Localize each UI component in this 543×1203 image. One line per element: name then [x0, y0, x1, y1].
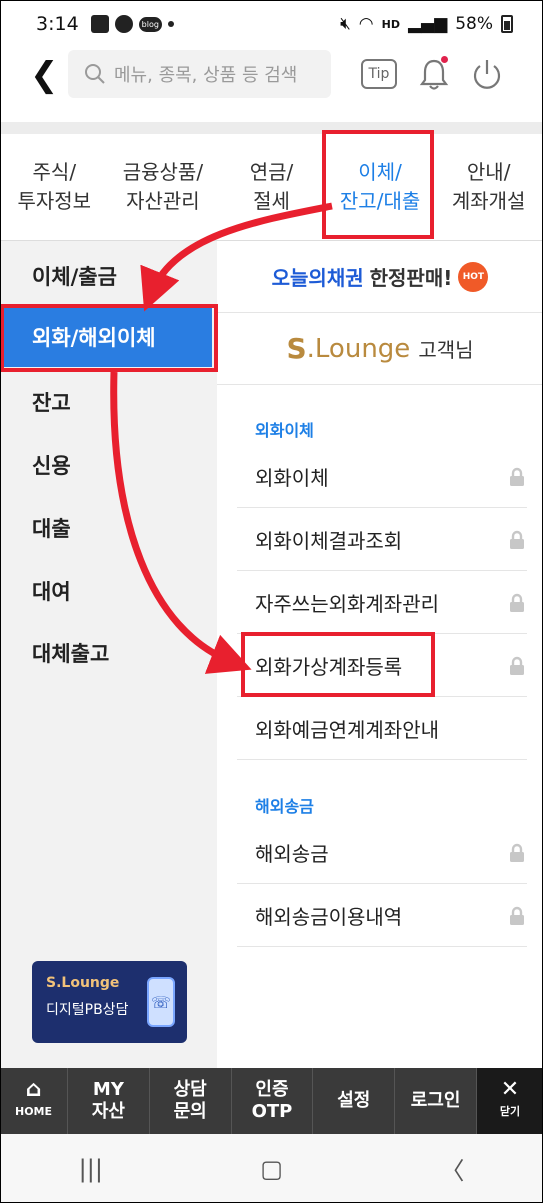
power-icon[interactable]: [471, 56, 503, 92]
close-label: 닫기: [499, 1105, 521, 1118]
menu-row-label: 외화예금연계계좌안내: [255, 717, 439, 742]
blog-icon: blog: [138, 16, 162, 32]
section-divider: [0, 122, 543, 134]
promo-banner[interactable]: 오늘의채권 한정판매! HOT: [217, 241, 543, 313]
tab-pension[interactable]: 연금/ 절세: [217, 134, 326, 240]
notification-bell-icon[interactable]: [418, 56, 450, 92]
search-placeholder: 메뉴, 종목, 상품 등 검색: [114, 65, 298, 86]
highlight-box-tab: [322, 130, 434, 239]
slounge-customer: S .Lounge 고객님: [217, 313, 543, 385]
tab-label: 자산관리: [126, 189, 200, 213]
lock-icon: [510, 843, 524, 862]
hd-voice-icon: HD: [381, 17, 400, 31]
menu-row-label: 외화이체결과조회: [255, 528, 403, 553]
bottom-tab-bar: ⌂ HOME MY 자산 상담 문의 인증 OTP 설정 로그인 ✕ 닫기: [0, 1068, 543, 1134]
menu-row-label: 외화이체: [255, 465, 329, 490]
phone-icon: ☏: [147, 977, 175, 1027]
status-notification-icons: blog: [90, 15, 174, 33]
menu-row-fx-deposit-linked[interactable]: 외화예금연계계좌안내: [237, 697, 527, 760]
tab-label: 절세: [253, 189, 290, 213]
menu-row-remittance-history[interactable]: 해외송금이용내역: [237, 884, 527, 947]
highlight-box-left-menu: [0, 304, 218, 372]
tab-label: 계좌개설: [451, 189, 526, 213]
search-input[interactable]: 메뉴, 종목, 상품 등 검색: [68, 50, 331, 98]
menu-row-label: 해외송금이용내역: [255, 904, 403, 929]
bottom-label: 설정: [337, 1090, 371, 1111]
section-title-overseas-remittance: 해외송금: [255, 797, 314, 816]
bottom-label: 인증: [255, 1079, 289, 1100]
bottom-label: 문의: [173, 1101, 207, 1122]
consult-button[interactable]: 상담 문의: [150, 1068, 232, 1134]
bottom-label: 로그인: [410, 1090, 461, 1111]
app-header: ❮ 메뉴, 종목, 상품 등 검색 Tip: [0, 48, 543, 106]
bottom-label: OTP: [251, 1101, 293, 1122]
promo-title: 오늘의채권: [271, 266, 364, 290]
tab-guide[interactable]: 안내/ 계좌개설: [434, 134, 543, 240]
promo-subtitle: 한정판매!: [369, 266, 453, 290]
tab-financial-products[interactable]: 금융상품/ 자산관리: [109, 134, 218, 240]
status-bar: 3:14 blog 🔇︎ ◠ HD ▂▄▆ 58%: [0, 0, 543, 48]
menu-row-overseas-remittance[interactable]: 해외송금: [237, 821, 527, 884]
customer-suffix: 고객님: [418, 338, 474, 362]
tab-label: 안내/: [466, 160, 511, 184]
menu-row-label: 해외송금: [255, 841, 329, 866]
home-icon: ⌂: [25, 1077, 42, 1102]
highlight-box-virtual-account: [241, 632, 435, 697]
home-label: HOME: [14, 1105, 53, 1118]
tab-label: 금융상품/: [122, 160, 204, 184]
lock-icon: [510, 467, 524, 486]
home-nav-icon[interactable]: ▢: [260, 1155, 283, 1183]
my-assets-button[interactable]: MY 자산: [68, 1068, 150, 1134]
settings-button[interactable]: 설정: [313, 1068, 396, 1134]
battery-percent: 58%: [455, 14, 493, 34]
menu-row-fx-transfer[interactable]: 외화이체: [237, 445, 527, 508]
login-button[interactable]: 로그인: [395, 1068, 477, 1134]
digital-pb-banner[interactable]: S.Lounge 디지털PB상담 ☏: [32, 961, 187, 1043]
mute-icon: 🔇︎: [340, 14, 351, 34]
tab-label: 연금/: [249, 160, 294, 184]
bottom-label: 상담: [173, 1079, 207, 1100]
tip-button[interactable]: Tip: [361, 59, 397, 89]
notification-badge: [441, 56, 448, 63]
slounge-logo-s: S: [286, 332, 307, 365]
left-menu-item-transfer-out[interactable]: 대체출고: [32, 638, 109, 668]
search-icon: [85, 64, 105, 84]
hot-badge: HOT: [458, 261, 489, 292]
left-menu-item-loan[interactable]: 대출: [32, 513, 71, 543]
section-title-fx-transfer: 외화이체: [255, 421, 314, 440]
recent-apps-icon[interactable]: |||: [79, 1155, 103, 1183]
home-button[interactable]: ⌂ HOME: [0, 1068, 68, 1134]
otp-button[interactable]: 인증 OTP: [232, 1068, 314, 1134]
slounge-logo-text: .Lounge: [306, 333, 411, 364]
more-notifications-icon: [167, 21, 174, 27]
back-nav-icon[interactable]: 〈: [440, 1151, 464, 1186]
back-icon[interactable]: ❮: [30, 58, 60, 94]
signal-icon: ▂▄▆: [407, 14, 448, 34]
system-nav-bar: ||| ▢ 〈: [0, 1134, 543, 1203]
battery-icon: [501, 15, 513, 33]
category-tabs: 주식/ 투자정보 금융상품/ 자산관리 연금/ 절세 이체/ 잔고/대출 안내/…: [0, 134, 543, 241]
close-button[interactable]: ✕ 닫기: [476, 1068, 543, 1134]
status-time: 3:14: [36, 13, 79, 35]
lock-icon: [510, 593, 524, 612]
bottom-label: 자산: [91, 1101, 125, 1122]
close-icon: ✕: [500, 1077, 520, 1102]
tab-label: 투자정보: [17, 189, 92, 213]
tab-label: 주식/: [32, 160, 77, 184]
tab-stocks[interactable]: 주식/ 투자정보: [0, 134, 109, 240]
wifi-icon: ◠: [358, 14, 374, 34]
lock-icon: [510, 906, 524, 925]
left-menu-item-lending[interactable]: 대여: [32, 576, 71, 606]
lock-icon: [510, 530, 524, 549]
left-menu-item-credit[interactable]: 신용: [32, 450, 71, 480]
menu-row-label: 자주쓰는외화계좌관리: [255, 591, 439, 616]
bottom-label: MY: [92, 1079, 124, 1100]
app-icon: [114, 15, 133, 33]
left-menu-item-transfer[interactable]: 이체/출금: [32, 261, 117, 291]
lock-icon: [510, 656, 524, 675]
left-menu-item-balance[interactable]: 잔고: [32, 387, 71, 417]
menu-row-fx-transfer-result[interactable]: 외화이체결과조회: [237, 508, 527, 571]
gallery-icon: [90, 15, 109, 33]
menu-row-frequent-fx-accounts[interactable]: 자주쓰는외화계좌관리: [237, 571, 527, 634]
